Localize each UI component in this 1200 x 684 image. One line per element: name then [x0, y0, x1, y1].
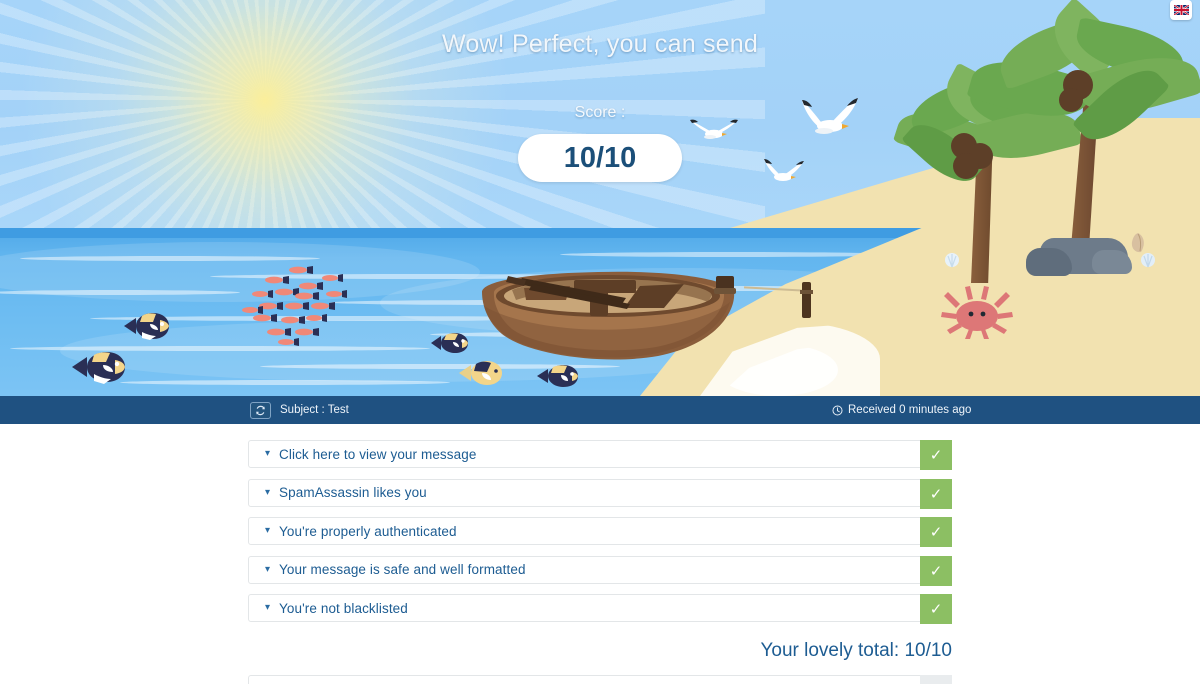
score-value: 10/10	[518, 134, 682, 182]
clock-icon	[832, 404, 843, 416]
result-row-label: You're properly authenticated	[279, 523, 457, 539]
mooring-post-icon	[802, 282, 811, 318]
tropical-fish-icon-3	[431, 333, 468, 353]
conch-shell-icon	[1131, 233, 1144, 253]
rock-icon-2	[1026, 248, 1072, 276]
status-badge-pass[interactable]: ✓	[920, 555, 952, 586]
chevron-down-icon: ▾	[265, 563, 271, 575]
result-row-formatting[interactable]: ▾ Your message is safe and well formatte…	[248, 555, 952, 586]
status-badge-pass[interactable]: ✓	[920, 517, 952, 547]
result-row-partial: ▾	[248, 675, 952, 684]
seashell-icon-2	[1141, 253, 1155, 268]
tropical-fish-icon-2	[72, 352, 125, 384]
tropical-fish-icon	[124, 313, 169, 340]
status-bar-right: Received 0 minutes ago	[832, 404, 971, 416]
chevron-down-icon: ▾	[265, 602, 271, 613]
refresh-button[interactable]	[250, 401, 271, 419]
result-row-label: Your message is safe and well formatted	[279, 562, 526, 577]
tropical-fish-icon-5	[537, 365, 578, 387]
result-row-label: SpamAssassin likes you	[279, 485, 427, 500]
chevron-down-icon: ▾	[265, 448, 271, 459]
chevron-down-icon: ▾	[265, 486, 271, 498]
language-selector[interactable]	[1170, 0, 1192, 20]
result-row-blacklist[interactable]: ▾ You're not blacklisted ✓	[248, 594, 952, 624]
seagull-icon-3	[764, 159, 804, 181]
status-bar-left: Subject : Test	[250, 401, 349, 419]
rock-icon-3	[1092, 250, 1132, 274]
status-badge-placeholder[interactable]	[920, 675, 952, 684]
beach-hero-banner: Wow! Perfect, you can send Score : 10/10	[0, 0, 1200, 396]
result-row-label: You're not blacklisted	[279, 600, 408, 616]
subject-label: Subject : Test	[280, 404, 349, 416]
result-row-view-message[interactable]: ▾ Click here to view your message ✓	[248, 440, 952, 470]
crab-icon	[941, 286, 1013, 339]
status-badge-pass[interactable]: ✓	[920, 440, 952, 470]
total-score-label: Your lovely total: 10/10	[760, 640, 952, 661]
chevron-down-icon: ▾	[265, 525, 271, 536]
results-panel: ▾ Click here to view your message ✓ ▾ Sp…	[248, 440, 952, 624]
score-label: Score :	[574, 104, 626, 121]
page-title: Wow! Perfect, you can send	[441, 30, 758, 58]
result-row-label: Click here to view your message	[279, 446, 477, 462]
received-label: Received 0 minutes ago	[848, 404, 972, 416]
mooring-post-band	[800, 290, 813, 294]
rowboat-icon	[482, 271, 736, 360]
result-row-authentication[interactable]: ▾ You're properly authenticated ✓	[248, 517, 952, 547]
fish-school	[242, 266, 347, 346]
tropical-fish-icon-4	[459, 361, 502, 385]
status-badge-pass[interactable]: ✓	[920, 478, 952, 509]
seashell-icon	[945, 253, 959, 268]
refresh-icon	[256, 405, 265, 415]
result-row-next[interactable]: ▾	[248, 675, 952, 684]
status-badge-pass[interactable]: ✓	[920, 594, 952, 624]
uk-flag-icon	[1173, 5, 1189, 15]
result-row-spamassassin[interactable]: ▾ SpamAssassin likes you ✓	[248, 478, 952, 509]
results-section: ▾ Click here to view your message ✓ ▾ Sp…	[0, 424, 1200, 684]
status-bar: Subject : Test Received 0 minutes ago	[0, 396, 1200, 424]
